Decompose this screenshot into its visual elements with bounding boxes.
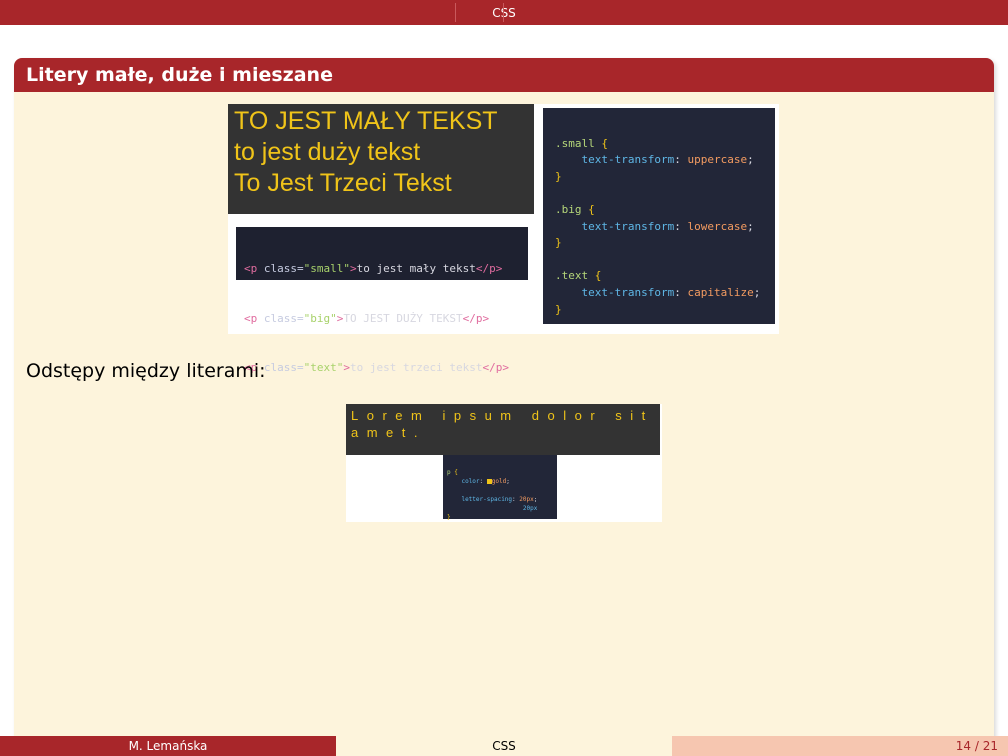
output-line: TO JEST MAŁY TEKST <box>234 107 498 135</box>
footer-author: M. Lemańska <box>0 736 336 756</box>
header-bar: CSS <box>0 0 1008 25</box>
css-rule: .small { text-transform: uppercase; } <box>555 136 754 183</box>
spacing-heading: Odstępy między literami: <box>26 360 266 382</box>
css-code-snippet: .small { text-transform: uppercase; } .b… <box>543 108 775 324</box>
footer-page: 14 / 21 <box>672 736 1008 756</box>
footer-title: CSS <box>336 736 672 756</box>
transform-output: TO JEST MAŁY TEKST to jest duży tekst To… <box>228 104 534 214</box>
footer-bar: M. Lemańska CSS 14 / 21 <box>0 736 1008 756</box>
code-line: <p class="text">to jest trzeci tekst</p> <box>244 361 509 374</box>
letter-spacing-output: Lorem ipsum dolor sit amet. <box>346 404 660 455</box>
header-divider <box>455 3 456 22</box>
css-rule: .text { text-transform: capitalize; } <box>555 269 761 316</box>
css-rule: .big { text-transform: lowercase; } <box>555 202 754 250</box>
block-title: Litery małe, duże i mieszane <box>14 58 994 92</box>
letter-spacing-code: p { color: gold; letter-spacing: 20px; 2… <box>443 455 557 521</box>
header-divider <box>503 3 504 22</box>
output-line: to jest duży tekst <box>234 138 421 166</box>
output-line: To Jest Trzeci Tekst <box>234 169 452 197</box>
html-code-snippet: <p class="small">to jest mały tekst</p> … <box>236 227 528 374</box>
code-line: <p class="small">to jest mały tekst</p> <box>244 262 503 275</box>
header-section: CSS <box>492 5 516 20</box>
code-line: <p class="big">TO JEST DUŻY TEKST</p> <box>244 311 490 325</box>
page-number: 14 / 21 <box>955 739 998 753</box>
